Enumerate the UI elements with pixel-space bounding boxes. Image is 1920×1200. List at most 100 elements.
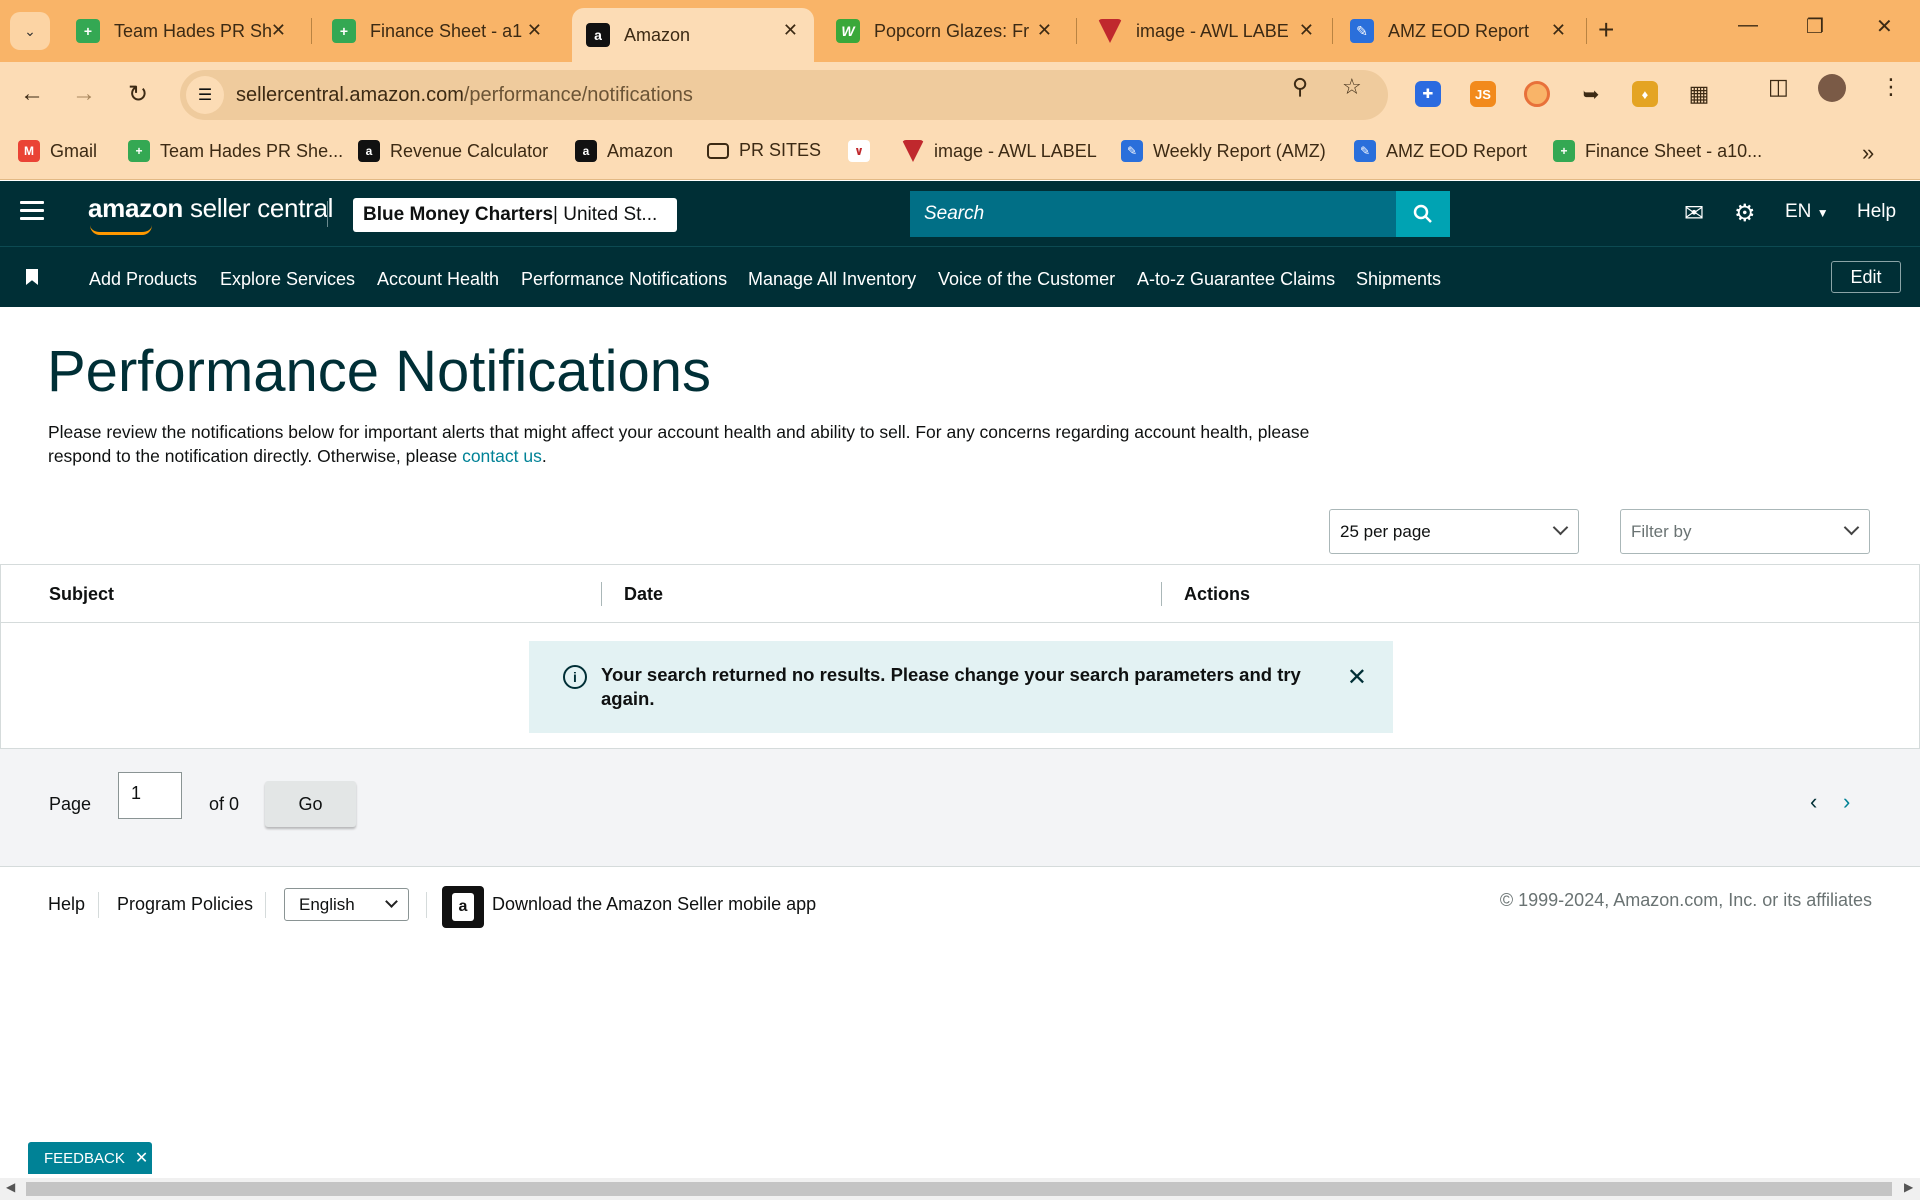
new-tab-plus-icon[interactable]: + bbox=[1598, 14, 1614, 46]
account-marketplace: | United St... bbox=[553, 204, 658, 225]
bookmark-item[interactable]: ✎ Weekly Report (AMZ) bbox=[1121, 140, 1326, 162]
address-bar[interactable]: ☰ sellercentral.amazon.com/performance/n… bbox=[180, 70, 1388, 120]
tab-divider bbox=[1076, 18, 1077, 44]
url-text[interactable]: sellercentral.amazon.com/performance/not… bbox=[236, 84, 693, 107]
browser-tab[interactable]: + Finance Sheet - a1 ✕ bbox=[318, 8, 558, 54]
bookmark-item[interactable]: ✎ AMZ EOD Report bbox=[1354, 140, 1527, 162]
help-link[interactable]: Help bbox=[1857, 201, 1896, 223]
extension-circle-icon[interactable] bbox=[1524, 81, 1550, 107]
scroll-left-icon[interactable]: ◀ bbox=[6, 1180, 15, 1194]
close-icon[interactable]: ✕ bbox=[1347, 663, 1367, 692]
gear-icon[interactable]: ⚙ bbox=[1734, 199, 1756, 228]
chevron-left-icon[interactable]: ‹ bbox=[1810, 789, 1817, 815]
column-subject[interactable]: Subject bbox=[49, 584, 114, 605]
reload-icon[interactable]: ↻ bbox=[128, 80, 148, 109]
close-icon[interactable]: ✕ bbox=[1299, 20, 1314, 41]
window-close-icon[interactable]: ✕ bbox=[1876, 14, 1893, 39]
side-panel-icon[interactable]: ◫ bbox=[1768, 74, 1789, 100]
logo-amazon-text: amazon bbox=[88, 193, 184, 223]
profile-avatar-icon[interactable] bbox=[1818, 74, 1846, 102]
chevron-down-icon bbox=[385, 895, 398, 908]
amazon-seller-app-icon[interactable]: a bbox=[442, 886, 484, 928]
nav-manage-all-inventory[interactable]: Manage All Inventory bbox=[748, 269, 916, 290]
nav-shipments[interactable]: Shipments bbox=[1356, 269, 1441, 290]
footer-help-link[interactable]: Help bbox=[48, 894, 85, 915]
close-icon[interactable]: ✕ bbox=[783, 20, 798, 41]
browser-tab[interactable]: ✎ AMZ EOD Report ✕ bbox=[1336, 8, 1582, 54]
back-arrow-icon[interactable]: ← bbox=[20, 80, 44, 108]
nav-a-to-z-guarantee-claims[interactable]: A-to-z Guarantee Claims bbox=[1137, 269, 1335, 290]
search-input[interactable]: Search bbox=[910, 191, 1396, 237]
browser-tab[interactable]: image - AWL LABE ✕ bbox=[1084, 8, 1330, 54]
page-number-input[interactable]: 1 bbox=[118, 772, 182, 819]
site-settings-icon[interactable]: ☰ bbox=[186, 76, 224, 114]
filter-placeholder: Filter by bbox=[1631, 521, 1692, 541]
menu-kebab-icon[interactable]: ⋮ bbox=[1880, 74, 1902, 100]
copyright-text: © 1999-2024, Amazon.com, Inc. or its aff… bbox=[1499, 890, 1872, 910]
report-pen-icon: ✎ bbox=[1350, 19, 1374, 43]
go-button[interactable]: Go bbox=[265, 781, 356, 827]
nav-account-health[interactable]: Account Health bbox=[377, 269, 499, 290]
browser-tab-active[interactable]: a Amazon ✕ bbox=[572, 8, 814, 62]
scrollbar-thumb[interactable] bbox=[26, 1182, 1892, 1196]
hamburger-menu-icon[interactable] bbox=[20, 201, 44, 225]
browser-tab[interactable]: W Popcorn Glazes: Fr ✕ bbox=[822, 8, 1068, 54]
minimize-icon[interactable]: — bbox=[1738, 14, 1758, 37]
bookmark-item[interactable]: a Amazon bbox=[575, 140, 673, 162]
nav-explore-services[interactable]: Explore Services bbox=[220, 269, 355, 290]
footer-program-policies-link[interactable]: Program Policies bbox=[117, 894, 253, 915]
bookmark-item[interactable]: + Finance Sheet - a10... bbox=[1553, 140, 1762, 162]
nav-add-products[interactable]: Add Products bbox=[89, 269, 197, 290]
caret-down-icon: ▼ bbox=[1816, 206, 1829, 220]
account-switcher[interactable]: Blue Money Charters | United St... bbox=[353, 198, 677, 232]
more-bookmarks-chevron-icon[interactable]: » bbox=[1862, 140, 1874, 166]
bookmark-item[interactable]: + Team Hades PR She... bbox=[128, 140, 343, 162]
close-icon[interactable]: ✕ bbox=[527, 20, 542, 41]
close-icon[interactable]: ✕ bbox=[271, 20, 286, 41]
browser-tab[interactable]: + Team Hades PR Sh ✕ bbox=[62, 8, 302, 54]
zoom-icon[interactable]: ⚲ bbox=[1292, 74, 1308, 100]
bookmark-ribbon-icon[interactable] bbox=[26, 269, 38, 285]
per-page-select[interactable]: 25 per page bbox=[1329, 509, 1579, 554]
extensions-puzzle-icon[interactable]: ▦ bbox=[1686, 81, 1712, 107]
bookmark-item[interactable]: M Gmail bbox=[18, 140, 97, 162]
nav-voice-of-the-customer[interactable]: Voice of the Customer bbox=[938, 269, 1115, 290]
seller-central-logo[interactable]: amazon seller central bbox=[88, 193, 333, 235]
bookmark-item[interactable]: image - AWL LABEL bbox=[902, 140, 1097, 162]
per-page-value: 25 per page bbox=[1340, 521, 1431, 541]
amazon-smile-icon bbox=[90, 225, 152, 235]
tab-search-chevron-icon[interactable]: ⌄ bbox=[10, 12, 50, 50]
bookmark-item[interactable]: ∨ bbox=[848, 140, 880, 162]
chevron-down-icon bbox=[1843, 519, 1860, 536]
star-bookmark-icon[interactable]: ☆ bbox=[1342, 74, 1362, 100]
extension-icon[interactable]: ✚ bbox=[1415, 81, 1441, 107]
nav-performance-notifications[interactable]: Performance Notifications bbox=[521, 269, 727, 290]
chevron-right-icon[interactable]: › bbox=[1843, 789, 1850, 815]
bookmark-item[interactable]: a Revenue Calculator bbox=[358, 140, 548, 162]
extension-js-icon[interactable]: JS bbox=[1470, 81, 1496, 107]
download-app-link[interactable]: Download the Amazon Seller mobile app bbox=[492, 894, 816, 915]
extension-pointer-icon[interactable]: ➥ bbox=[1578, 81, 1604, 107]
amazon-a-icon: a bbox=[358, 140, 380, 162]
search-button[interactable] bbox=[1396, 191, 1450, 237]
extension-cake-icon[interactable]: ♦ bbox=[1632, 81, 1658, 107]
feedback-button[interactable]: FEEDBACK ✕ bbox=[28, 1142, 152, 1174]
close-icon[interactable]: ✕ bbox=[1551, 20, 1566, 41]
restore-window-icon[interactable]: ❐ bbox=[1806, 14, 1824, 39]
scroll-right-icon[interactable]: ▶ bbox=[1904, 1180, 1913, 1194]
close-icon[interactable]: ✕ bbox=[135, 1148, 148, 1168]
filter-select[interactable]: Filter by bbox=[1620, 509, 1870, 554]
footer-language-select[interactable]: English bbox=[284, 888, 409, 921]
horizontal-scrollbar[interactable]: ◀ ▶ bbox=[0, 1178, 1920, 1200]
mail-icon[interactable]: ✉ bbox=[1684, 199, 1704, 228]
column-date[interactable]: Date bbox=[624, 584, 663, 605]
close-icon[interactable]: ✕ bbox=[1037, 20, 1052, 41]
bookmark-folder[interactable]: PR SITES bbox=[707, 140, 821, 161]
edit-nav-button[interactable]: Edit bbox=[1831, 261, 1901, 293]
language-selector[interactable]: EN ▼ bbox=[1785, 201, 1829, 223]
contact-us-link[interactable]: contact us bbox=[462, 446, 542, 466]
tab-title: Popcorn Glazes: Fr bbox=[874, 20, 1030, 41]
no-results-alert: i Your search returned no results. Pleas… bbox=[529, 641, 1393, 733]
forward-arrow-icon[interactable]: → bbox=[72, 80, 96, 108]
info-icon: i bbox=[563, 665, 587, 689]
